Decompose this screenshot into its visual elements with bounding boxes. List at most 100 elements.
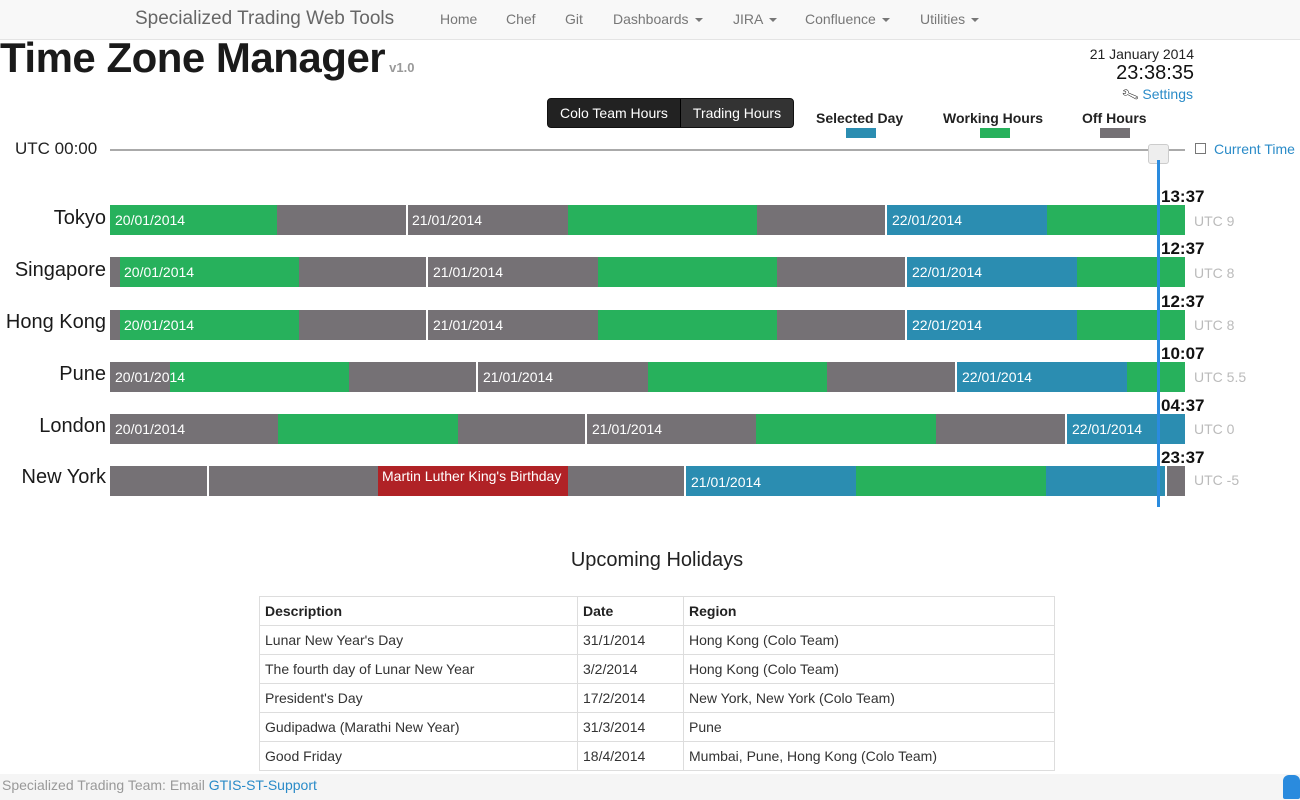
holiday-region: Hong Kong (Colo Team) [683, 625, 1055, 655]
legend-off-hours-swatch [1100, 128, 1130, 138]
local-time-tokyo: 13:37 [1161, 187, 1205, 206]
bar-date: 20/01/2014 [124, 317, 195, 333]
working-hours-segment [856, 466, 1046, 496]
holiday-date: 18/4/2014 [577, 741, 684, 771]
holiday-description: The fourth day of Lunar New Year [259, 654, 578, 684]
offset-new-york: UTC -5 [1194, 472, 1240, 488]
timeline-bar-singapore[interactable]: 20/01/2014 21/01/2014 22/01/2014 [110, 257, 1185, 287]
time-slider-track[interactable] [110, 149, 1185, 151]
city-london: London [39, 415, 106, 437]
working-hours-segment [756, 414, 936, 444]
working-hours-segment [1077, 310, 1185, 340]
timeline-bar-london[interactable]: 20/01/2014 21/01/2014 22/01/2014 [110, 414, 1185, 444]
local-time-hong-kong: 12:37 [1161, 292, 1205, 311]
offset-singapore: UTC 8 [1194, 265, 1235, 281]
current-clock: 23:38:35 [1116, 62, 1194, 84]
legend-off-hours: Off Hours [1082, 110, 1147, 126]
offset-pune: UTC 5.5 [1194, 369, 1247, 385]
selected-day-segment [1046, 466, 1166, 496]
nav-dashboards-dropdown[interactable]: Dashboards [613, 11, 703, 27]
nav-utilities-label: Utilities [920, 11, 966, 27]
day-separator [426, 257, 428, 287]
bar-date: 21/01/2014 [433, 317, 504, 333]
day-separator [1165, 466, 1167, 496]
bar-date: 22/01/2014 [912, 264, 983, 280]
trading-hours-button[interactable]: Trading Hours [679, 99, 794, 127]
nav-chef[interactable]: Chef [506, 11, 536, 27]
local-time-london: 04:37 [1161, 396, 1205, 415]
legend-selected-day-swatch [846, 128, 876, 138]
working-hours-segment [1127, 362, 1185, 392]
timeline-bar-new-york[interactable]: Martin Luther King's Birthday 21/01/2014 [110, 466, 1185, 496]
offset-london: UTC 0 [1194, 421, 1235, 437]
offset-tokyo: UTC 9 [1194, 213, 1235, 229]
colo-team-hours-button[interactable]: Colo Team Hours [548, 99, 680, 127]
current-time-label[interactable]: Current Time [1214, 141, 1295, 157]
day-separator [426, 310, 428, 340]
working-hours-segment [1077, 257, 1185, 287]
holiday-region: Hong Kong (Colo Team) [683, 654, 1055, 684]
local-time-new-york: 23:37 [1161, 448, 1205, 467]
page-footer: Specialized Trading Team: Email GTIS-ST-… [0, 774, 1300, 800]
holiday-date: 31/3/2014 [577, 712, 684, 742]
holiday-region: Pune [683, 712, 1055, 742]
timeline-bar-hong-kong[interactable]: 20/01/2014 21/01/2014 22/01/2014 [110, 310, 1185, 340]
day-separator [955, 362, 957, 392]
chevron-down-icon [769, 18, 778, 23]
holiday-description: Gudipadwa (Marathi New Year) [259, 712, 578, 742]
page-title-text: Time Zone Manager [0, 34, 386, 81]
bar-date: 20/01/2014 [115, 212, 186, 228]
feedback-icon[interactable] [1283, 775, 1300, 799]
settings-link[interactable]: 🔧︎ Settings [1119, 84, 1193, 105]
settings-label: Settings [1142, 86, 1193, 102]
chevron-down-icon [694, 18, 703, 23]
bar-date: 20/01/2014 [115, 421, 186, 437]
bar-date: 22/01/2014 [912, 317, 983, 333]
city-pune: Pune [59, 363, 106, 385]
day-separator [905, 310, 907, 340]
city-singapore: Singapore [14, 259, 106, 281]
bar-date: 21/01/2014 [433, 264, 504, 280]
footer-label: Specialized Trading Team: Email [2, 777, 205, 793]
timeline-bar-tokyo[interactable]: 20/01/2014 21/01/2014 22/01/2014 [110, 205, 1185, 235]
nav-utilities-dropdown[interactable]: Utilities [920, 11, 980, 27]
city-hong-kong: Hong Kong [5, 311, 106, 333]
current-date: 21 January 2014 [1089, 46, 1194, 62]
holiday-date: 31/1/2014 [577, 625, 684, 655]
chevron-down-icon [971, 18, 980, 23]
bar-date: 22/01/2014 [962, 369, 1033, 385]
table-row: The fourth day of Lunar New Year 3/2/201… [259, 654, 1055, 684]
working-hours-segment [598, 257, 777, 287]
nav-confluence-dropdown[interactable]: Confluence [805, 11, 890, 27]
table-header-row: Description Date Region [259, 596, 1055, 626]
day-separator [585, 414, 587, 444]
holiday-description: Good Friday [259, 741, 578, 771]
table-row: Gudipadwa (Marathi New Year) 31/3/2014 P… [259, 712, 1055, 742]
brand-link[interactable]: Specialized Trading Web Tools [135, 8, 394, 30]
bar-date: 20/01/2014 [115, 369, 186, 385]
current-time-checkbox[interactable] [1195, 143, 1206, 154]
holiday-date: 3/2/2014 [577, 654, 684, 684]
holiday-description: Lunar New Year's Day [259, 625, 578, 655]
day-separator [1065, 414, 1067, 444]
bar-date: 20/01/2014 [124, 264, 195, 280]
bar-date: 21/01/2014 [691, 474, 762, 490]
working-hours-segment [648, 362, 827, 392]
nav-git[interactable]: Git [565, 11, 583, 27]
table-row: President's Day 17/2/2014 New York, New … [259, 683, 1055, 713]
legend-working-hours: Working Hours [943, 110, 1044, 126]
offset-hong-kong: UTC 8 [1194, 317, 1235, 333]
local-time-pune: 10:07 [1161, 344, 1205, 363]
table-row: Good Friday 18/4/2014 Mumbai, Pune, Hong… [259, 741, 1055, 771]
day-separator [406, 205, 408, 235]
working-hours-segment [278, 414, 458, 444]
holiday-description: President's Day [259, 683, 578, 713]
nav-home[interactable]: Home [440, 11, 477, 27]
nav-jira-dropdown[interactable]: JIRA [733, 11, 778, 27]
wrench-icon: 🔧︎ [1119, 84, 1141, 105]
local-time-singapore: 12:37 [1161, 239, 1205, 258]
holiday-region: New York, New York (Colo Team) [683, 683, 1055, 713]
holiday-label: Martin Luther King's Birthday [382, 468, 562, 484]
timeline-bar-pune[interactable]: 20/01/2014 21/01/2014 22/01/2014 [110, 362, 1185, 392]
support-email-link[interactable]: GTIS-ST-Support [209, 777, 317, 793]
